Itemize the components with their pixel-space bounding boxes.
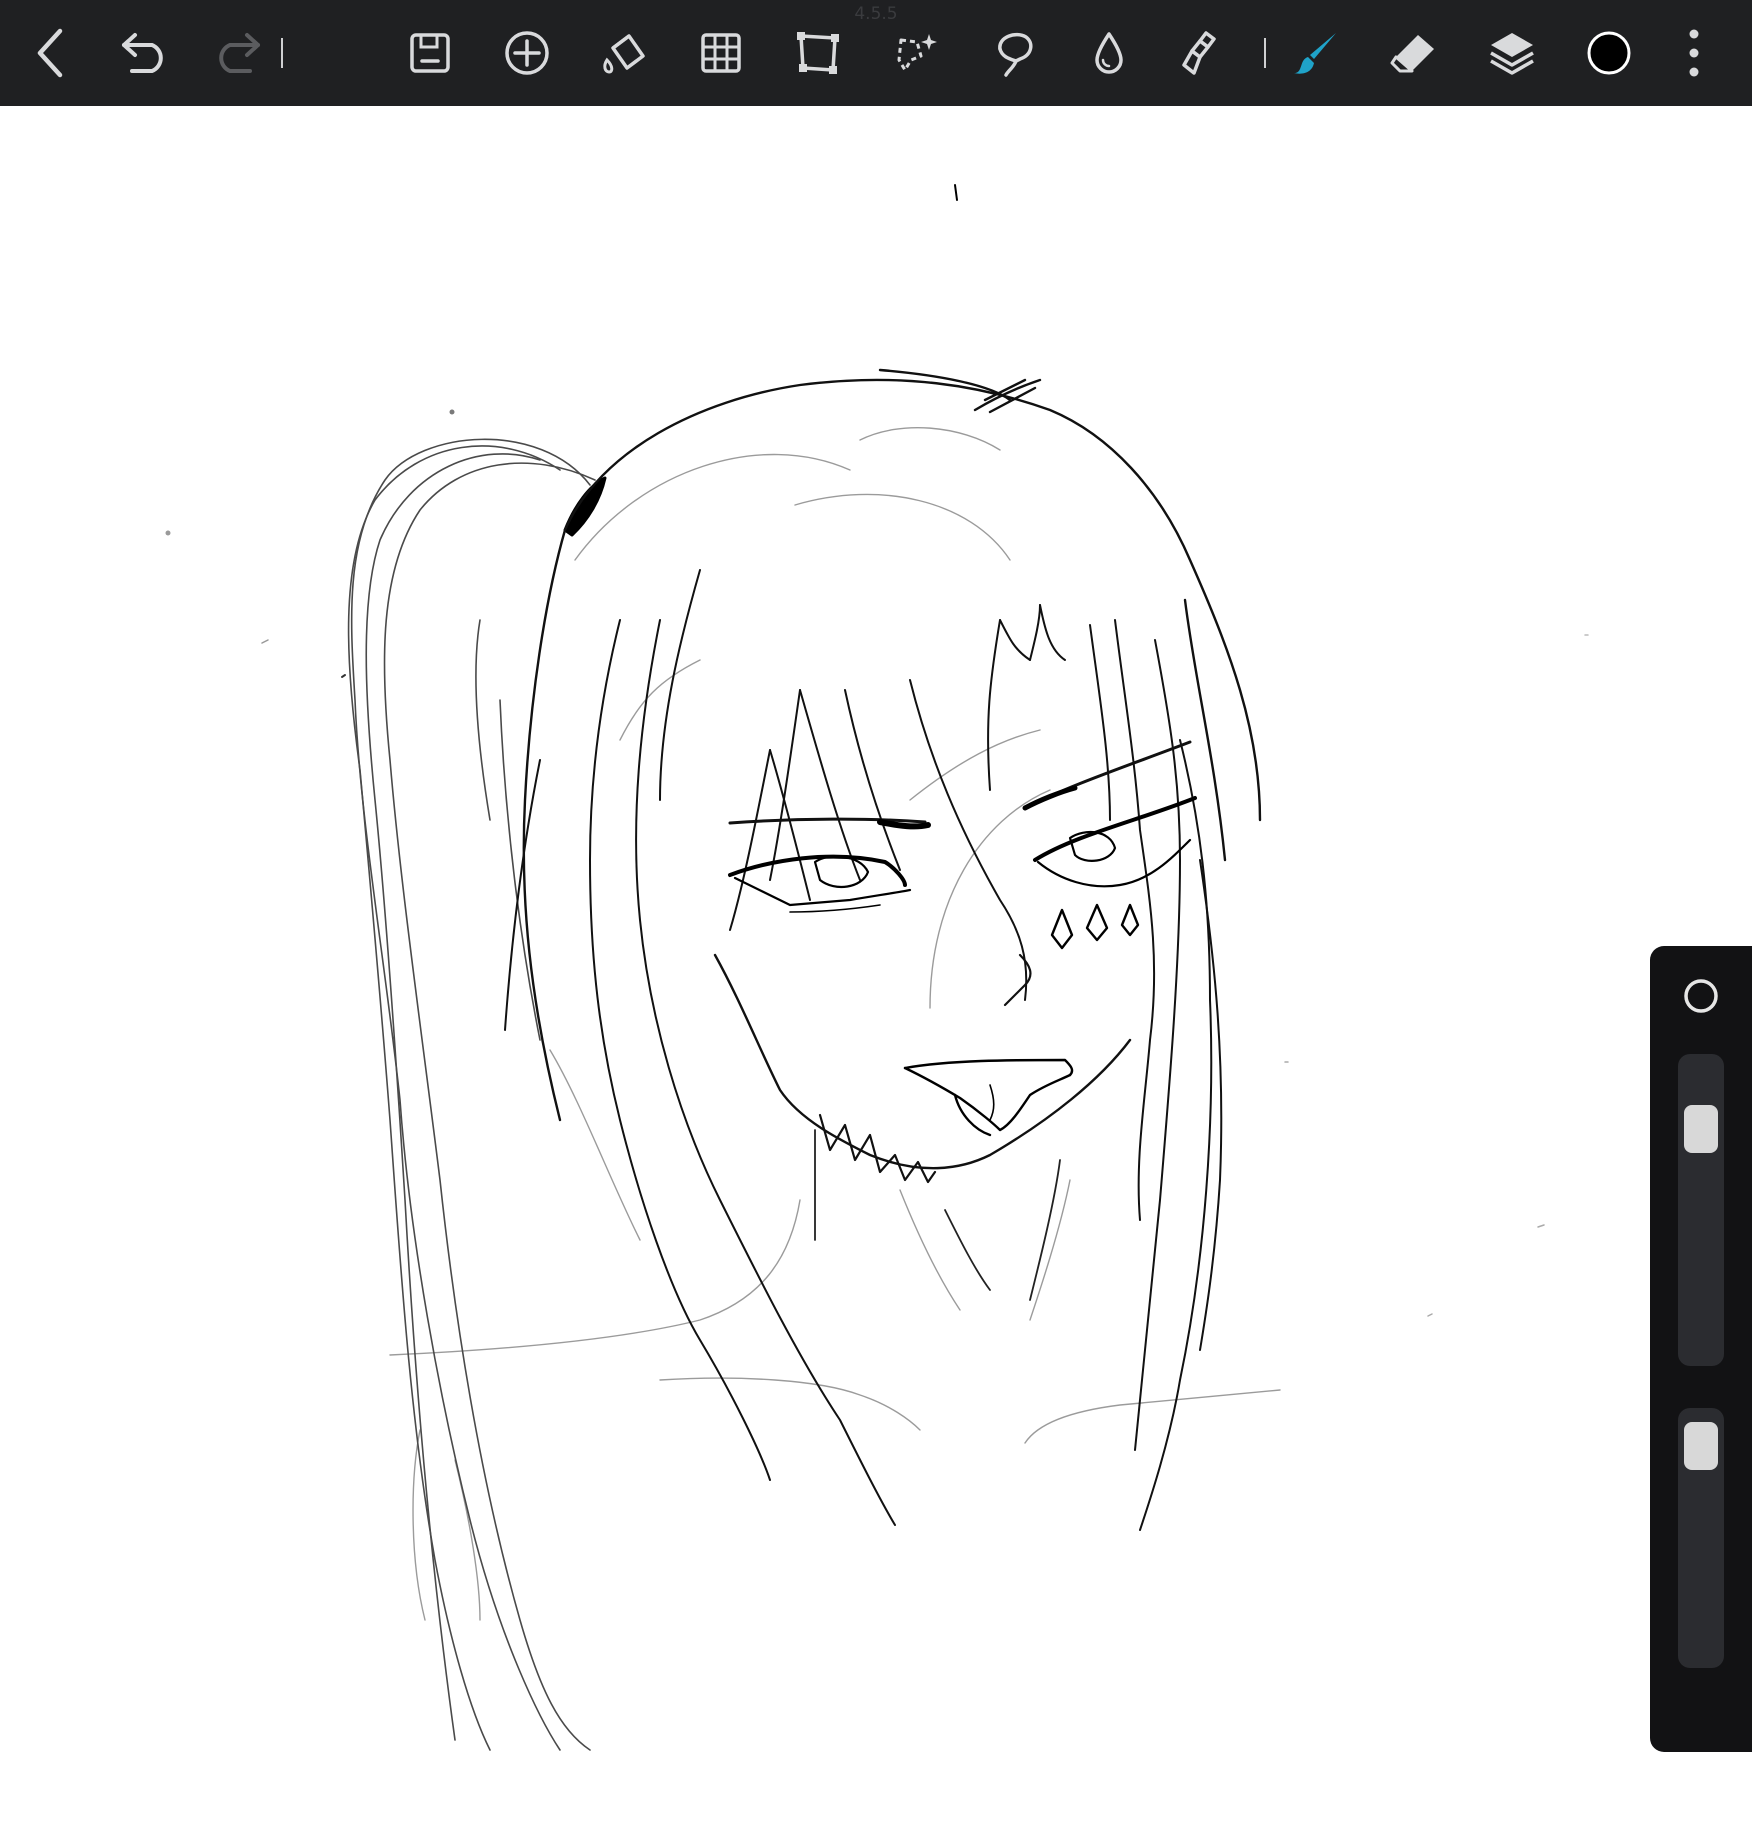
brush-shape-button[interactable] [1681, 976, 1721, 1016]
back-button[interactable] [16, 17, 88, 89]
layers-icon [1490, 33, 1534, 75]
paint-bucket-icon [603, 34, 645, 74]
fill-tool-button[interactable] [588, 17, 660, 89]
transform-button[interactable] [782, 17, 854, 89]
brush-size-slider[interactable] [1678, 1054, 1724, 1366]
eraser-icon [1390, 35, 1434, 73]
magic-wand-icon [897, 34, 937, 72]
magic-select-button[interactable] [879, 17, 951, 89]
opacity-thumb[interactable] [1684, 1422, 1718, 1470]
undo-icon [122, 33, 163, 73]
lasso-button[interactable] [978, 17, 1050, 89]
eraser-button[interactable] [1377, 17, 1449, 89]
drawing-canvas[interactable] [0, 106, 1752, 1829]
water-drop-icon [1095, 32, 1123, 74]
color-swatch-icon [1587, 31, 1631, 75]
color-picker-button[interactable] [1573, 17, 1645, 89]
blur-button[interactable] [1073, 17, 1145, 89]
grid-button[interactable] [685, 17, 757, 89]
save-button[interactable] [394, 17, 466, 89]
add-circle-icon [505, 31, 549, 75]
brush-size-thumb[interactable] [1684, 1105, 1718, 1154]
more-options-button[interactable] [1658, 17, 1730, 89]
redo-icon [219, 33, 260, 73]
top-toolbar: 4.5.5 [0, 0, 1752, 106]
undo-button[interactable] [110, 17, 182, 89]
lasso-icon [998, 32, 1033, 77]
brush-side-panel [1650, 946, 1752, 1752]
toolbar-separator [281, 38, 283, 68]
save-icon [410, 33, 450, 73]
toolbar-separator [1264, 38, 1266, 68]
transform-icon [797, 32, 839, 74]
smudge-icon [1182, 31, 1216, 75]
brush-tool-button[interactable] [1280, 17, 1352, 89]
brush-icon [1294, 33, 1336, 74]
more-vertical-icon [1689, 29, 1699, 77]
drawing-app: 4.5.5 [0, 0, 1752, 1829]
add-layer-button[interactable] [491, 17, 563, 89]
redo-button[interactable] [200, 17, 272, 89]
chevron-left-icon [37, 28, 63, 78]
layers-button[interactable] [1476, 17, 1548, 89]
circle-outline-icon [1684, 979, 1718, 1013]
opacity-slider[interactable] [1678, 1408, 1724, 1668]
sketch-artwork [165, 184, 1589, 1751]
grid-icon [701, 33, 741, 73]
smudge-button[interactable] [1167, 17, 1239, 89]
